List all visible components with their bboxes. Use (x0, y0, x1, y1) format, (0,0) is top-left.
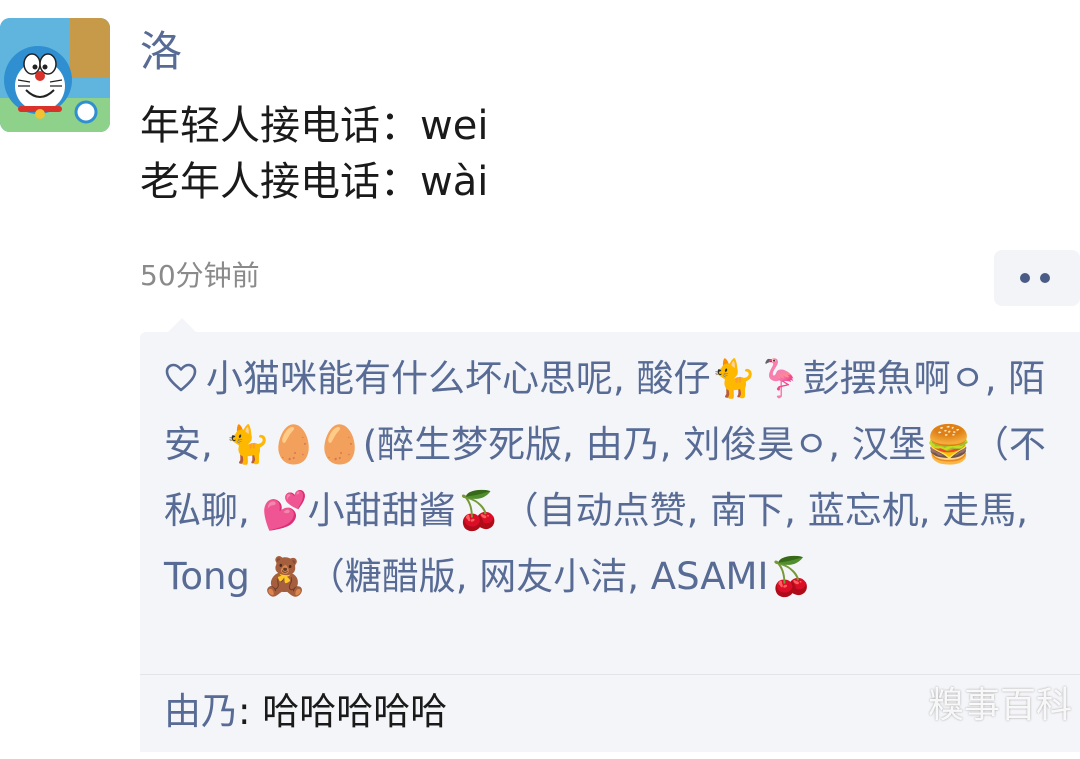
divider (140, 674, 1080, 675)
likes-list: 小猫咪能有什么坏心思呢, 酸仔🐈🦩彭摆魚啊ㅇ, 陌安, 🐈🥚🥚(醉生梦死版, 由… (164, 346, 1054, 610)
more-dots-icon (1020, 273, 1030, 283)
avatar[interactable] (0, 18, 110, 132)
username[interactable]: 洛 (140, 24, 182, 80)
commenter-name[interactable]: 由乃 (164, 690, 238, 733)
comment-separator: : (238, 690, 263, 733)
watermark-logo: 糗事百科 (928, 685, 1073, 726)
heart-outline-icon (165, 363, 197, 392)
comment-text: 哈哈哈哈哈 (262, 690, 448, 733)
post-text-line-1: 年轻人接电话：wei (140, 103, 489, 149)
comment-row[interactable]: 由乃: 哈哈哈哈哈 (164, 684, 447, 740)
post-time: 50分钟前 (140, 259, 260, 292)
likes-names[interactable]: 小猫咪能有什么坏心思呢, 酸仔🐈🦩彭摆魚啊ㅇ, 陌安, 🐈🥚🥚(醉生梦死版, 由… (164, 357, 1046, 598)
post-text-line-2: 老年人接电话：wài (140, 159, 489, 205)
doraemon-avatar-icon (0, 18, 110, 132)
more-dots-icon (1040, 273, 1050, 283)
more-button[interactable] (994, 250, 1080, 306)
